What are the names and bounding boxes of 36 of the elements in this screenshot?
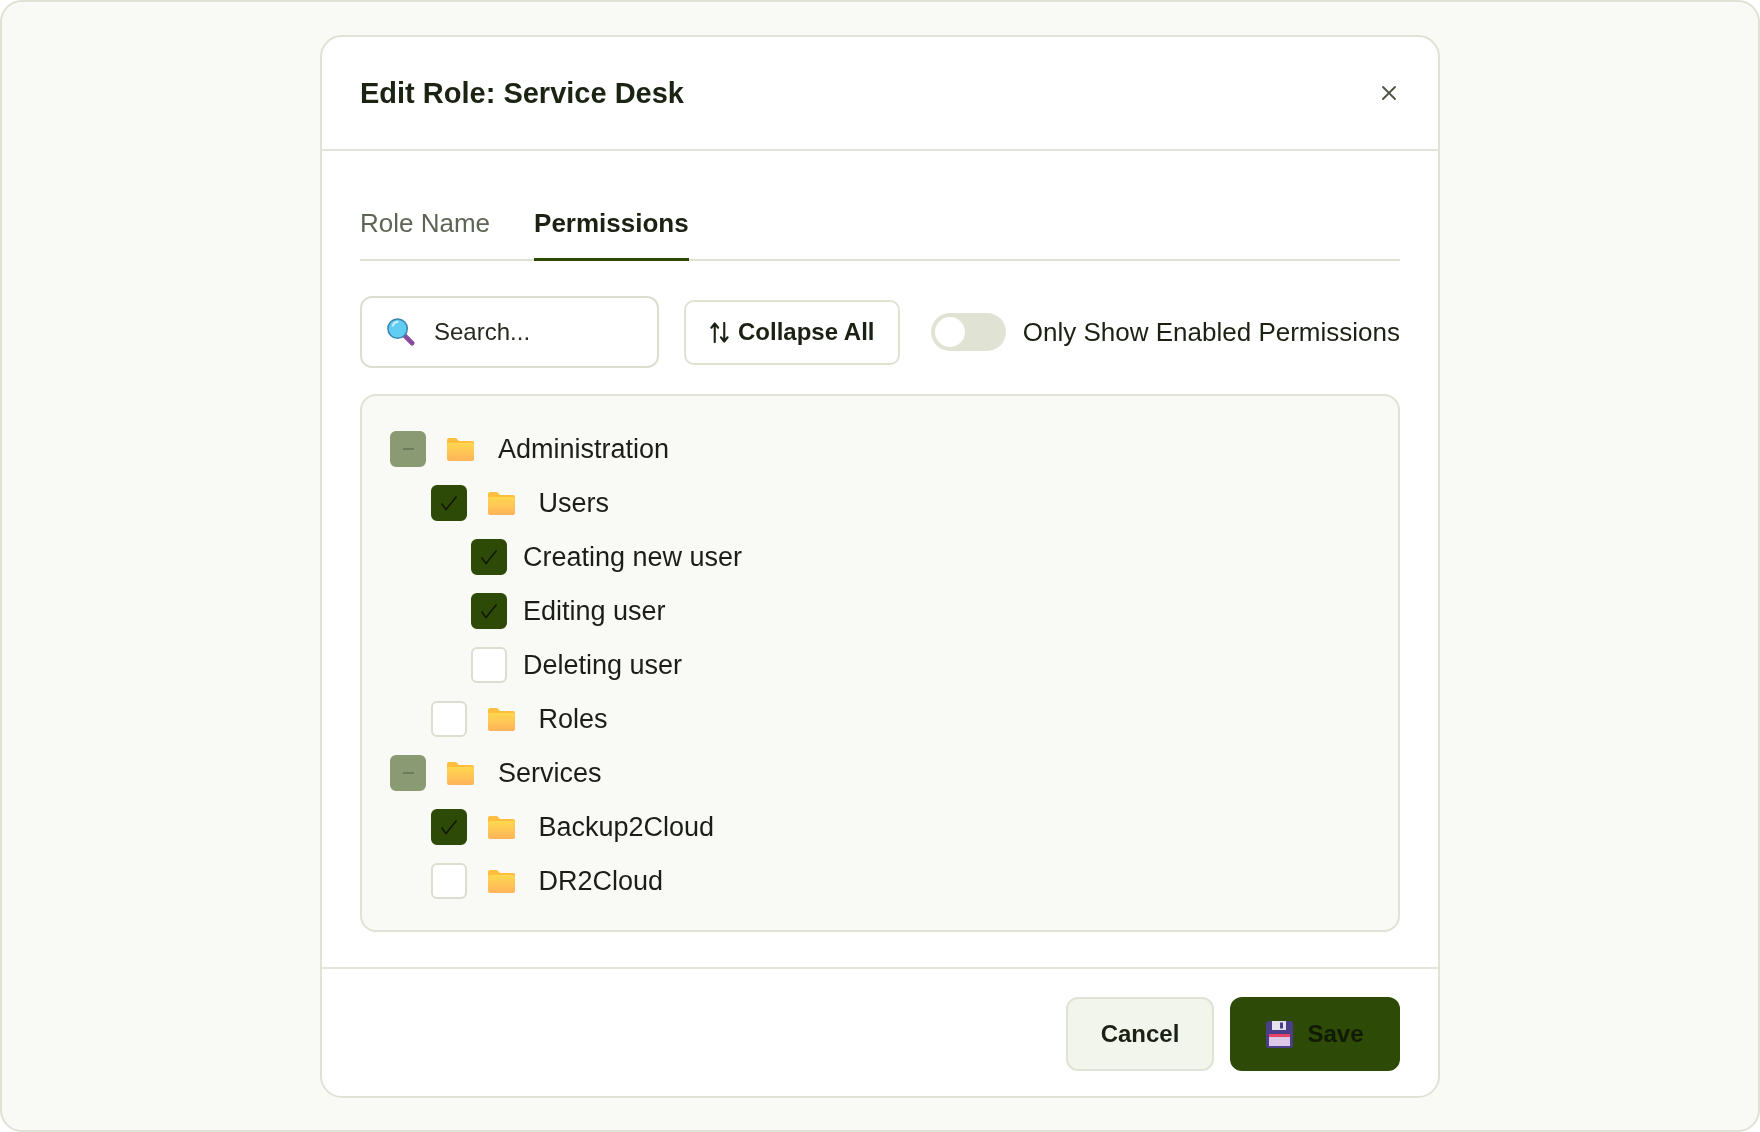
search-field[interactable]: Search... — [360, 296, 659, 368]
search-icon — [386, 317, 415, 346]
tree-item-label: Roles — [538, 703, 608, 735]
folder-icon — [447, 437, 474, 461]
checkmark-icon — [439, 819, 458, 835]
tree-item-label: Services — [498, 757, 602, 789]
tree-item-label: Backup2Cloud — [538, 811, 715, 843]
toggle-switch[interactable] — [930, 313, 1006, 351]
tree-item-label: Editing user — [523, 595, 666, 627]
close-icon — [1382, 86, 1396, 100]
checkmark-icon — [439, 495, 458, 511]
folder-icon — [487, 707, 515, 731]
tree-item-label: DR2Cloud — [538, 865, 664, 897]
checkbox[interactable] — [430, 485, 467, 521]
tree-item-label: Users — [538, 487, 609, 519]
toggle-label: Only Show Enabled Permissions — [1022, 316, 1400, 348]
folder-icon — [487, 815, 515, 839]
tab[interactable]: Role Name — [360, 189, 491, 261]
dialog-title: Edit Role: Service Desk — [360, 76, 684, 110]
tree-item-label: Creating new user — [523, 541, 743, 573]
checkbox[interactable] — [471, 593, 507, 629]
checkbox[interactable] — [471, 539, 507, 575]
collapse-all-button[interactable]: Collapse All — [684, 299, 901, 365]
tab[interactable]: Permissions — [534, 189, 689, 261]
tree-item-label: Deleting user — [523, 649, 683, 681]
checkmark-icon — [480, 603, 498, 619]
checkbox[interactable] — [390, 431, 426, 467]
cancel-button[interactable]: Cancel — [1066, 997, 1214, 1071]
checkmark-icon — [480, 549, 498, 565]
checkbox[interactable] — [430, 809, 467, 845]
folder-icon — [447, 761, 474, 785]
folder-icon — [487, 491, 515, 515]
checkbox[interactable] — [390, 755, 426, 791]
tree-item-label: Administration — [498, 433, 670, 465]
folder-icon — [487, 869, 515, 893]
sort-arrows-icon — [710, 321, 729, 343]
